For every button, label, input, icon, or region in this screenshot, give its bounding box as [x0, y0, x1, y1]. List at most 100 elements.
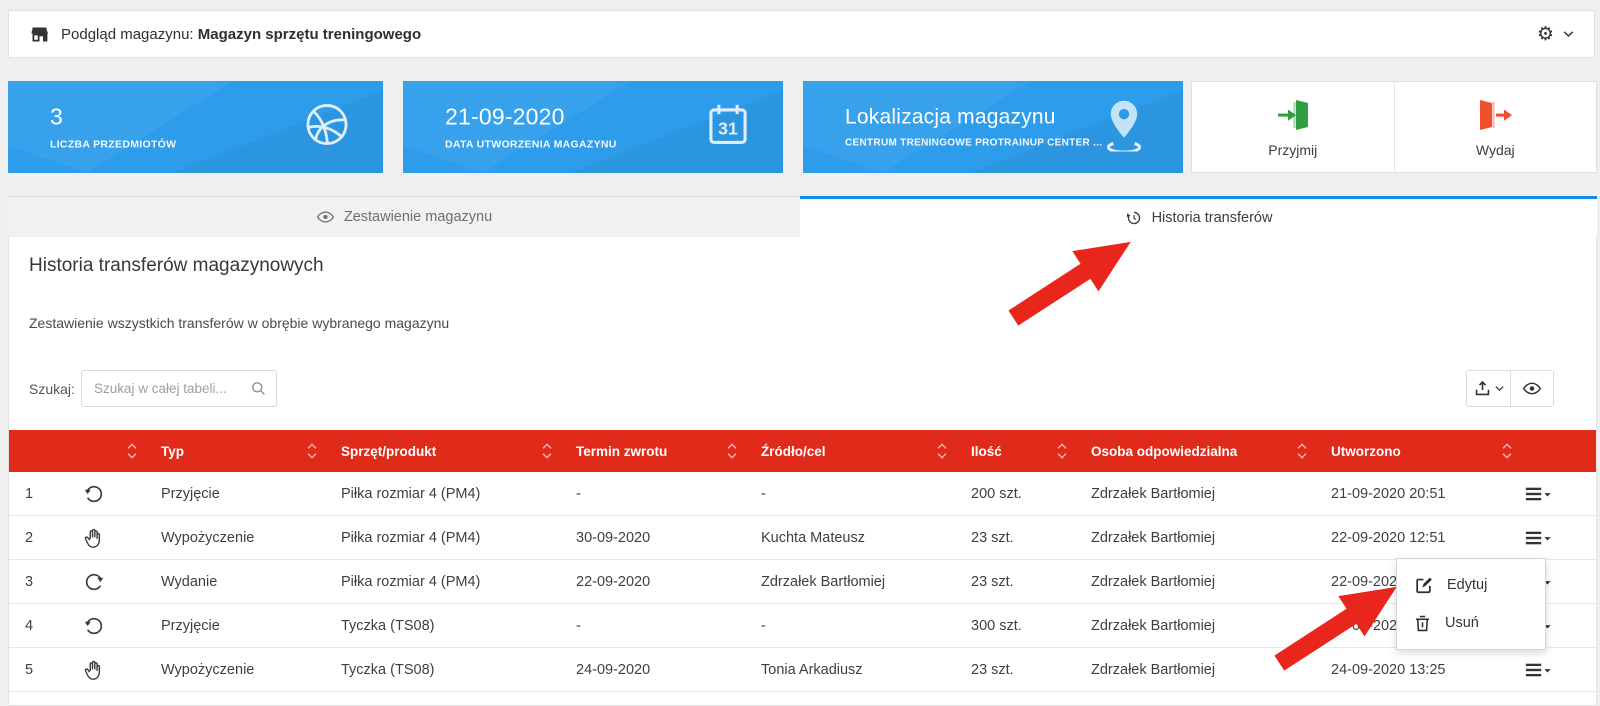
sort-arrows-icon[interactable]: [727, 443, 737, 459]
column-visibility-button[interactable]: [1510, 370, 1554, 407]
column-header-utworzono[interactable]: Utworzono: [1315, 430, 1520, 472]
column-header-1[interactable]: [75, 430, 145, 472]
tab-transfer-history[interactable]: Historia transferów: [800, 196, 1597, 237]
history-icon: [1125, 209, 1143, 227]
column-header--r-d-o-cel[interactable]: Źródło/cel: [745, 430, 955, 472]
stat-label: DATA UTWORZENIA MAGAZYNU: [445, 139, 617, 151]
section-title: Historia transferów magazynowych: [29, 255, 324, 277]
sort-arrows-icon[interactable]: [307, 443, 317, 459]
tab-label: Historia transferów: [1152, 210, 1273, 226]
search-icon: [251, 381, 266, 396]
cell-produkt: Piłka rozmiar 4 (PM4): [325, 560, 560, 603]
stat-card-created-date: 21-09-2020 DATA UTWORZENIA MAGAZYNU 31: [403, 81, 783, 173]
cell-num: 5: [9, 648, 75, 691]
row-actions-button[interactable]: [1520, 472, 1596, 515]
receive-button[interactable]: Przyjmij: [1192, 82, 1394, 172]
column-label: Typ: [161, 444, 184, 459]
sort-arrows-icon[interactable]: [1502, 443, 1512, 459]
cell-ilosc: 200 szt.: [955, 472, 1075, 515]
column-label: Osoba odpowiedzialna: [1091, 444, 1237, 459]
receive-icon: [75, 472, 145, 515]
issue-icon: [75, 560, 145, 603]
stat-value: 21-09-2020: [445, 104, 617, 131]
cell-termin: -: [560, 472, 745, 515]
sort-arrows-icon[interactable]: [542, 443, 552, 459]
menu-caret-icon: [1525, 529, 1552, 547]
column-header-ilo-[interactable]: Ilość: [955, 430, 1075, 472]
cell-typ: Wydanie: [145, 560, 325, 603]
search-label: Szukaj:: [29, 381, 75, 397]
chevron-down-icon: [1495, 385, 1504, 392]
column-label: Termin zwrotu: [576, 444, 667, 459]
column-label: Sprzęt/produkt: [341, 444, 436, 459]
cell-termin: 22-09-2020: [560, 560, 745, 603]
settings-menu-button[interactable]: ⚙: [1537, 25, 1574, 44]
search-box: [81, 370, 277, 407]
stat-card-location: Lokalizacja magazynu CENTRUM TRENINGOWE …: [803, 81, 1183, 173]
table-row: 5WypożyczenieTyczka (TS08)24-09-2020Toni…: [9, 648, 1596, 692]
cell-typ: Przyjęcie: [145, 604, 325, 647]
gear-icon: ⚙: [1537, 25, 1554, 44]
column-header-typ[interactable]: Typ: [145, 430, 325, 472]
column-label: Ilość: [971, 444, 1002, 459]
column-header-0: [9, 430, 75, 472]
search-input[interactable]: [82, 381, 251, 396]
sort-arrows-icon[interactable]: [1297, 443, 1307, 459]
column-header-sprz-t-produkt[interactable]: Sprzęt/produkt: [325, 430, 560, 472]
menu-caret-icon: [1525, 661, 1552, 679]
cell-osoba: Zdrzałek Bartłomiej: [1075, 604, 1315, 647]
context-menu-item-usu-[interactable]: Usuń: [1397, 604, 1545, 642]
cell-zrodlo: -: [745, 604, 955, 647]
table-row: 1PrzyjęciePiłka rozmiar 4 (PM4)--200 szt…: [9, 472, 1596, 516]
cell-num: 2: [9, 516, 75, 559]
row-actions-button[interactable]: [1520, 516, 1596, 559]
stat-card-items-count: 3 LICZBA PRZEDMIOTÓW: [8, 81, 383, 173]
map-pin-icon: [1101, 98, 1147, 157]
context-menu-item-edytuj[interactable]: Edytuj: [1397, 566, 1545, 604]
issue-label: Wydaj: [1476, 142, 1515, 158]
cell-produkt: Piłka rozmiar 4 (PM4): [325, 516, 560, 559]
receive-icon: [75, 604, 145, 647]
cell-termin: 30-09-2020: [560, 516, 745, 559]
sort-arrows-icon[interactable]: [937, 443, 947, 459]
cell-utworzono: 21-09-2020 20:51: [1315, 472, 1520, 515]
hand-icon: [75, 648, 145, 691]
column-header-termin-zwrotu[interactable]: Termin zwrotu: [560, 430, 745, 472]
menu-item-label: Edytuj: [1447, 577, 1487, 593]
cell-zrodlo: Zdrzałek Bartłomiej: [745, 560, 955, 603]
cell-osoba: Zdrzałek Bartłomiej: [1075, 472, 1315, 515]
quick-actions-panel: Przyjmij Wydaj: [1191, 81, 1597, 173]
cell-typ: Wypożyczenie: [145, 516, 325, 559]
stat-value: 3: [50, 104, 176, 131]
cell-zrodlo: Kuchta Mateusz: [745, 516, 955, 559]
receive-label: Przyjmij: [1268, 142, 1317, 158]
sort-arrows-icon[interactable]: [127, 443, 137, 459]
cell-utworzono: 22-09-2020 12:51: [1315, 516, 1520, 559]
table-row: 2 WypożyczeniePiłka rozmiar 4 (PM4)30-09-…: [9, 516, 1596, 560]
column-label: Źródło/cel: [761, 444, 826, 459]
stat-label: LICZBA PRZEDMIOTÓW: [50, 139, 176, 151]
door-in-icon: [1275, 97, 1311, 133]
stat-label: CENTRUM TRENINGOWE PROTRAINUP CENTER ...: [845, 138, 1102, 149]
svg-text:31: 31: [718, 119, 738, 139]
cell-zrodlo: -: [745, 472, 955, 515]
table-row: 4PrzyjęcieTyczka (TS08)--300 szt.Zdrzałe…: [9, 604, 1596, 648]
basketball-icon: [301, 99, 353, 156]
cell-ilosc: 300 szt.: [955, 604, 1075, 647]
export-icon: [1473, 379, 1492, 398]
transfer-history-panel: Historia transferów magazynowych Zestawi…: [8, 237, 1597, 706]
column-header-osoba-odpowiedzialna[interactable]: Osoba odpowiedzialna: [1075, 430, 1315, 472]
hand-icon: [75, 516, 145, 559]
calendar-icon: 31: [703, 100, 753, 155]
tab-warehouse-summary[interactable]: Zestawienie magazynu: [8, 196, 800, 237]
row-actions-button[interactable]: [1520, 648, 1596, 691]
cell-num: 1: [9, 472, 75, 515]
cell-osoba: Zdrzałek Bartłomiej: [1075, 560, 1315, 603]
sort-arrows-icon[interactable]: [1057, 443, 1067, 459]
export-button[interactable]: [1466, 370, 1510, 407]
issue-button[interactable]: Wydaj: [1394, 82, 1597, 172]
row-context-menu: Edytuj Usuń: [1396, 558, 1546, 650]
cell-utworzono: 24-09-2020 13:25: [1315, 648, 1520, 691]
store-icon: [29, 24, 50, 45]
cell-num: 4: [9, 604, 75, 647]
